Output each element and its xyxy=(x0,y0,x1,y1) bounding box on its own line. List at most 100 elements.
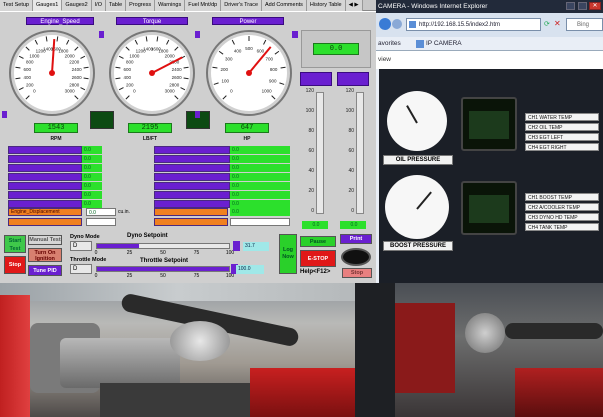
red-engine-stand xyxy=(395,303,455,393)
channel-label-bar xyxy=(8,146,82,154)
display-knob[interactable] xyxy=(293,31,298,38)
gauge-scale-knob[interactable] xyxy=(99,31,104,38)
manual-test-button[interactable]: Manual Test xyxy=(28,235,62,245)
slider-scale-label: 100 xyxy=(305,108,314,114)
channel-value: 0.0 xyxy=(230,146,290,154)
tab-table[interactable]: Table xyxy=(106,0,127,11)
slider-scale-label: 100 xyxy=(345,108,354,114)
engine-dyno-video-right xyxy=(355,283,603,417)
gauge-camera-feed: OIL PRESSURE BOOST PRESSURE CH1 WATER TE… xyxy=(379,69,603,283)
channel-row: 0.0 xyxy=(154,191,294,199)
meter-screen xyxy=(469,111,509,139)
channel-value: 0.0 xyxy=(82,155,102,163)
slider-scale-label: 40 xyxy=(348,168,354,174)
throttle-setpoint-slider[interactable] xyxy=(96,266,230,272)
gauge-tick-label: 2000 xyxy=(165,53,176,58)
mid-orange-row-value[interactable] xyxy=(230,218,290,226)
browser-title: CAMERA - Windows Internet Explorer xyxy=(378,3,488,10)
slider-scale-label: 0 xyxy=(311,208,314,214)
slider-scale-label: 20 xyxy=(308,188,314,194)
channel-value: 0.0 xyxy=(230,155,290,163)
engine-head xyxy=(60,338,180,388)
engine-dyno-video-left xyxy=(0,283,355,417)
left-vertical-slider[interactable] xyxy=(316,92,324,214)
log-now-button[interactable]: Log Now xyxy=(279,234,297,274)
favorites-menu[interactable]: avorites xyxy=(378,40,401,47)
gauge-knob[interactable] xyxy=(2,111,7,118)
channel-value: 0.0 xyxy=(82,182,102,190)
dyno-setpoint-knob[interactable] xyxy=(233,241,240,251)
stop-load-icon[interactable]: ✕ xyxy=(554,19,561,28)
right-vertical-slider[interactable] xyxy=(356,92,364,214)
tab-scroll-arrows[interactable]: ◀ ▶ xyxy=(345,0,363,11)
start-test-button[interactable]: Start Test xyxy=(4,235,26,253)
tab-bar: Test Setup Gauges1 Gauges2 I/O Table Progress… xyxy=(0,0,376,11)
channel-label: CH3 EGT LEFT xyxy=(525,133,599,141)
channel-value: 0.0 xyxy=(230,164,290,172)
intake-pipe xyxy=(505,323,603,339)
channel-label-bar xyxy=(154,173,230,181)
maximize-icon[interactable] xyxy=(578,2,587,10)
estop-button[interactable]: E-STOP xyxy=(300,250,336,267)
ip-camera-browser: CAMERA - Windows Internet Explorer ✕ htt… xyxy=(376,0,603,283)
channel-value: 0.0 xyxy=(82,200,102,208)
stop-button[interactable]: Stop xyxy=(342,268,372,278)
gauge-hub xyxy=(246,70,252,76)
power-gauge: 01002003004005006007008009001000 xyxy=(206,30,292,116)
back-icon[interactable] xyxy=(379,18,391,30)
gauge-knob[interactable] xyxy=(195,111,200,118)
orange-row-value[interactable] xyxy=(86,218,116,226)
close-icon[interactable]: ✕ xyxy=(589,2,601,10)
displacement-value[interactable]: 0.0 xyxy=(86,208,116,216)
throttle-mode-select[interactable]: D xyxy=(70,264,92,274)
tab-gauges2[interactable]: Gauges2 xyxy=(62,0,92,11)
print-button[interactable]: Print xyxy=(340,234,372,244)
tab-history-table[interactable]: History Table xyxy=(306,0,346,11)
pause-button[interactable]: Pause xyxy=(300,236,336,247)
left-channel-bars: 0.0 0.0 0.0 0.0 0.0 0.0 0.0 xyxy=(8,146,102,208)
tab-gauges1[interactable]: Gauges1 xyxy=(33,0,63,11)
minimize-icon[interactable] xyxy=(566,2,575,10)
turn-on-ignition-button[interactable]: Turn On Ignition xyxy=(28,248,62,262)
channel-label: CH4 TANK TEMP xyxy=(525,223,599,231)
tune-pid-button[interactable]: Tune PID xyxy=(28,265,62,276)
stop-test-button[interactable]: Stop xyxy=(4,256,26,274)
channel-value: 0.0 xyxy=(230,191,290,199)
gauge-tick-label: 500 xyxy=(245,46,253,51)
toggle-switch[interactable] xyxy=(341,248,371,266)
tab-test-setup[interactable]: Test Setup xyxy=(0,0,33,11)
slider-scale-label: 120 xyxy=(305,88,314,94)
channel-label-bar xyxy=(154,182,230,190)
power-title: Power xyxy=(212,17,284,25)
tab-warnings[interactable]: Warnings xyxy=(155,0,186,11)
channel-label-bar xyxy=(154,191,230,199)
slider-scale-label: 40 xyxy=(308,168,314,174)
right-slider-value: 0.0 xyxy=(340,221,366,229)
torque-readout: 2195 xyxy=(128,123,172,133)
gauge-hub xyxy=(49,70,55,76)
channel-label-bar xyxy=(8,164,82,172)
tab-driver-s-trace[interactable]: Driver's Trace xyxy=(221,0,262,11)
dyno-setpoint-slider[interactable] xyxy=(96,243,230,249)
gauge-tick-label: 2400 xyxy=(172,67,183,72)
refresh-icon[interactable]: ⟳ xyxy=(544,20,550,28)
tab-ip-camera[interactable]: IP CAMERA xyxy=(426,40,462,47)
search-field[interactable]: Bing xyxy=(566,18,603,31)
tab-i-o[interactable]: I/O xyxy=(91,0,106,11)
help-label[interactable]: Help<F12> xyxy=(300,269,330,275)
forward-icon[interactable] xyxy=(392,19,402,29)
tab-add-comments[interactable]: Add Comments xyxy=(262,0,307,11)
dyno-setpoint-value[interactable]: 31.7 xyxy=(243,242,269,251)
dyno-mode-select[interactable]: D xyxy=(70,241,92,251)
red-base xyxy=(515,368,603,417)
url-field[interactable]: http://192.168.15.5/index2.htm xyxy=(406,18,541,31)
slider-tick-label: 0 xyxy=(94,273,98,279)
throttle-setpoint-value[interactable]: 100.0 xyxy=(236,265,264,274)
channel-label-bar xyxy=(8,173,82,181)
tab-progress[interactable]: Progress xyxy=(126,0,156,11)
page-header: view xyxy=(376,51,603,69)
gauge-tick-label: 3000 xyxy=(165,89,176,94)
tab-fuel-mnt-dp[interactable]: Fuel Mnt/dp xyxy=(185,0,222,11)
gauge-scale-knob[interactable] xyxy=(195,31,200,38)
channel-label-bar xyxy=(154,164,230,172)
